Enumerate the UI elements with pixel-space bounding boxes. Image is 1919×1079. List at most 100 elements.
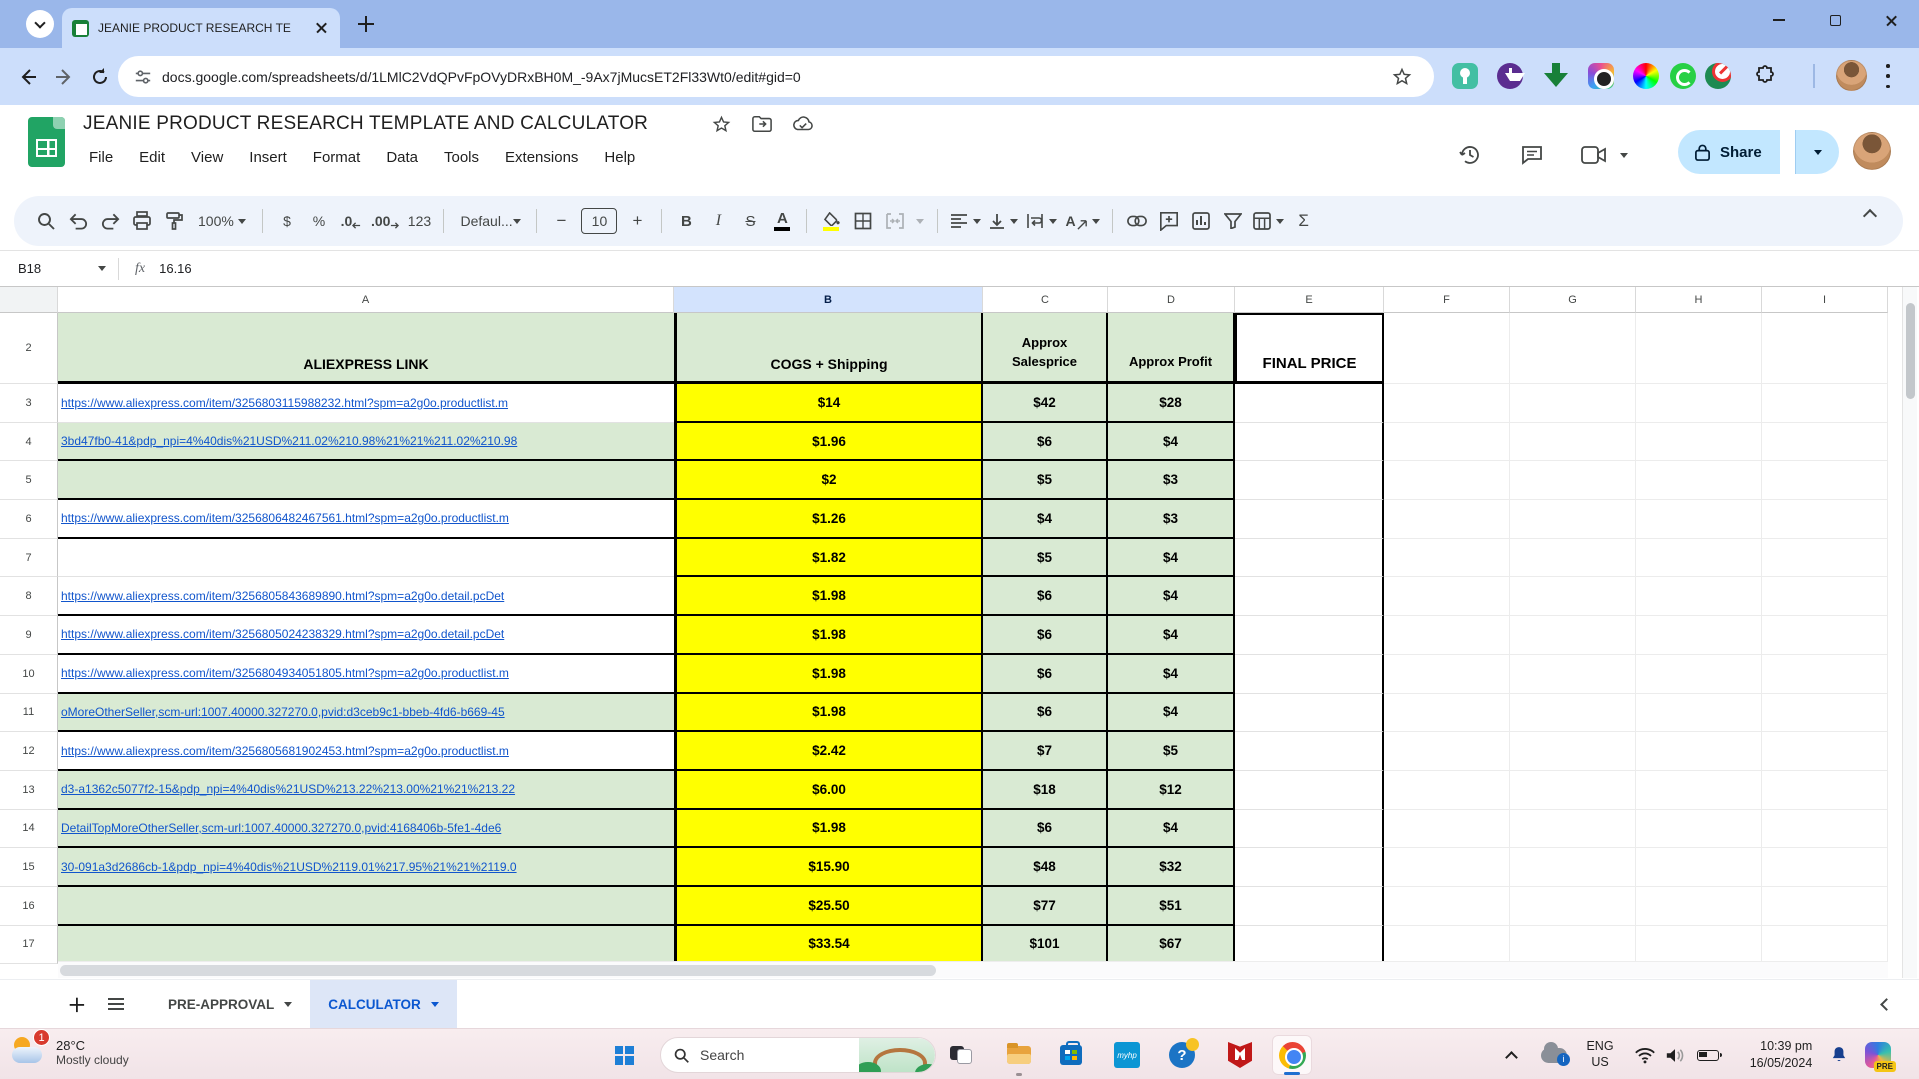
row-header-14[interactable]: 14 bbox=[0, 809, 58, 849]
cell-G11[interactable] bbox=[1510, 693, 1636, 733]
cell-B15[interactable]: $15.90 bbox=[674, 848, 983, 887]
cell-G2[interactable] bbox=[1510, 313, 1636, 384]
cell-C13[interactable]: $18 bbox=[983, 770, 1108, 810]
cell-H6[interactable] bbox=[1636, 500, 1762, 539]
cell-F6[interactable] bbox=[1384, 500, 1510, 539]
column-header-C[interactable]: C bbox=[983, 287, 1108, 313]
all-sheets-button[interactable] bbox=[96, 984, 136, 1024]
cell-E15[interactable] bbox=[1235, 848, 1384, 887]
chrome-button[interactable] bbox=[1272, 1035, 1312, 1075]
cell-I3[interactable] bbox=[1762, 384, 1888, 423]
cell-H2[interactable] bbox=[1636, 313, 1762, 384]
volume-button[interactable] bbox=[1658, 1035, 1692, 1075]
cell-B5[interactable]: $2 bbox=[674, 461, 983, 501]
microsoft-store-button[interactable] bbox=[1051, 1035, 1091, 1075]
extension-color-wheel-icon[interactable] bbox=[1631, 61, 1661, 91]
text-color-button[interactable]: A bbox=[766, 204, 798, 238]
cell-H9[interactable] bbox=[1636, 616, 1762, 655]
cell-H7[interactable] bbox=[1636, 538, 1762, 578]
cell-H13[interactable] bbox=[1636, 770, 1762, 810]
cell-I15[interactable] bbox=[1762, 848, 1888, 887]
cell-G15[interactable] bbox=[1510, 848, 1636, 887]
format-currency-button[interactable]: $ bbox=[271, 204, 303, 238]
cell-C9[interactable]: $6 bbox=[983, 616, 1108, 655]
vertical-align-button[interactable] bbox=[985, 204, 1022, 238]
cell-C15[interactable]: $48 bbox=[983, 848, 1108, 887]
cell-D3[interactable]: $28 bbox=[1108, 384, 1235, 423]
row-header-2[interactable]: 2 bbox=[0, 313, 58, 384]
functions-button[interactable]: Σ bbox=[1288, 204, 1320, 238]
cell-C16[interactable]: $77 bbox=[983, 886, 1108, 926]
cell-F11[interactable] bbox=[1384, 693, 1510, 733]
formula-input[interactable]: 16.16 bbox=[159, 261, 192, 276]
share-button[interactable]: Share bbox=[1678, 130, 1780, 174]
notifications-button[interactable] bbox=[1822, 1035, 1856, 1075]
cell-G9[interactable] bbox=[1510, 616, 1636, 655]
cell-G16[interactable] bbox=[1510, 886, 1636, 926]
cell-C11[interactable]: $6 bbox=[983, 693, 1108, 733]
cell-A2[interactable]: ALIEXPRESS LINK bbox=[58, 313, 674, 384]
aliexpress-link[interactable]: d3-a1362c5077f2-15&pdp_npi=4%40dis%21USD… bbox=[61, 782, 515, 796]
row-header-9[interactable]: 9 bbox=[0, 616, 58, 655]
row-header-5[interactable]: 5 bbox=[0, 461, 58, 501]
bold-button[interactable]: B bbox=[670, 204, 702, 238]
row-header-11[interactable]: 11 bbox=[0, 693, 58, 733]
cell-I12[interactable] bbox=[1762, 732, 1888, 771]
row-header-12[interactable]: 12 bbox=[0, 732, 58, 771]
cell-G7[interactable] bbox=[1510, 538, 1636, 578]
cell-H5[interactable] bbox=[1636, 461, 1762, 501]
print-button[interactable] bbox=[126, 204, 158, 238]
copilot-button[interactable]: PRE bbox=[1858, 1035, 1898, 1075]
column-header-F[interactable]: F bbox=[1384, 287, 1510, 313]
menu-edit[interactable]: Edit bbox=[126, 145, 178, 170]
cell-G17[interactable] bbox=[1510, 925, 1636, 965]
cell-C3[interactable]: $42 bbox=[983, 384, 1108, 423]
cell-B10[interactable]: $1.98 bbox=[674, 654, 983, 694]
merge-cells-caret[interactable] bbox=[911, 204, 929, 238]
mcafee-button[interactable] bbox=[1220, 1035, 1260, 1075]
add-sheet-button[interactable] bbox=[56, 984, 96, 1024]
menu-format[interactable]: Format bbox=[300, 145, 374, 170]
cell-D10[interactable]: $4 bbox=[1108, 654, 1235, 694]
tab-close-icon[interactable] bbox=[314, 20, 330, 36]
cell-F4[interactable] bbox=[1384, 422, 1510, 462]
borders-button[interactable] bbox=[847, 204, 879, 238]
increase-decimal-button[interactable]: .00 bbox=[367, 204, 403, 238]
task-view-button[interactable] bbox=[941, 1035, 981, 1075]
row-header-13[interactable]: 13 bbox=[0, 770, 58, 810]
cell-I5[interactable] bbox=[1762, 461, 1888, 501]
undo-button[interactable] bbox=[62, 204, 94, 238]
cell-B8[interactable]: $1.98 bbox=[674, 577, 983, 617]
redo-button[interactable] bbox=[94, 204, 126, 238]
aliexpress-link[interactable]: oMoreOtherSeller,scm-url:1007.40000.3272… bbox=[61, 705, 505, 719]
cell-C8[interactable]: $6 bbox=[983, 577, 1108, 617]
select-all-corner[interactable] bbox=[0, 287, 58, 313]
cell-B14[interactable]: $1.98 bbox=[674, 809, 983, 849]
account-avatar[interactable] bbox=[1853, 132, 1891, 170]
cell-E17[interactable] bbox=[1235, 925, 1384, 965]
cell-E5[interactable] bbox=[1235, 461, 1384, 501]
row-header-6[interactable]: 6 bbox=[0, 500, 58, 539]
cell-F15[interactable] bbox=[1384, 848, 1510, 887]
aliexpress-link[interactable]: https://www.aliexpress.com/item/32568058… bbox=[61, 589, 504, 603]
cell-D8[interactable]: $4 bbox=[1108, 577, 1235, 617]
zoom-select[interactable]: 100% bbox=[190, 204, 254, 238]
cell-G12[interactable] bbox=[1510, 732, 1636, 771]
cell-C2[interactable]: Approx Salesprice bbox=[983, 313, 1108, 384]
row-header-7[interactable]: 7 bbox=[0, 538, 58, 578]
cell-H8[interactable] bbox=[1636, 577, 1762, 617]
window-minimize-button[interactable] bbox=[1756, 0, 1802, 40]
cell-I14[interactable] bbox=[1762, 809, 1888, 849]
increase-font-size-button[interactable]: + bbox=[621, 204, 653, 238]
cell-F14[interactable] bbox=[1384, 809, 1510, 849]
merge-cells-button[interactable] bbox=[879, 204, 911, 238]
cell-B11[interactable]: $1.98 bbox=[674, 693, 983, 733]
share-dropdown-button[interactable] bbox=[1795, 130, 1839, 174]
cell-H14[interactable] bbox=[1636, 809, 1762, 849]
vertical-scrollbar[interactable] bbox=[1902, 287, 1917, 978]
cell-D15[interactable]: $32 bbox=[1108, 848, 1235, 887]
font-family-select[interactable]: Defaul... bbox=[452, 204, 528, 238]
cell-C5[interactable]: $5 bbox=[983, 461, 1108, 501]
cell-H16[interactable] bbox=[1636, 886, 1762, 926]
menu-file[interactable]: File bbox=[76, 145, 126, 170]
